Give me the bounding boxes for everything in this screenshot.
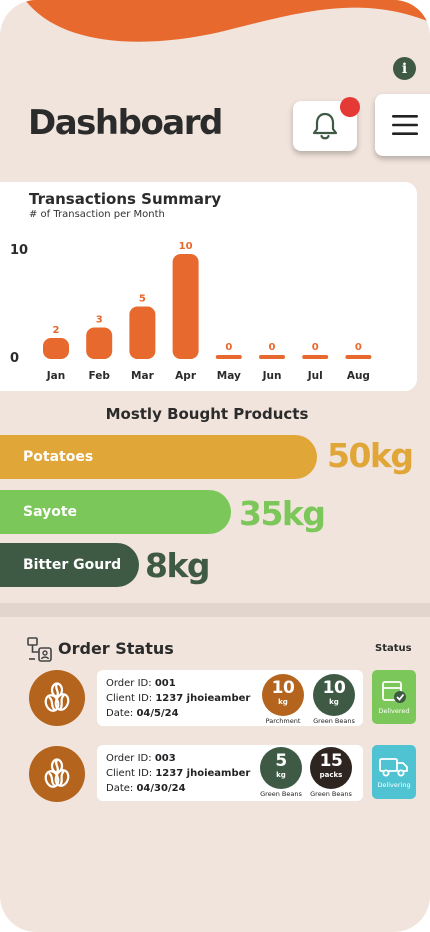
- y-tick-label: 0: [10, 351, 19, 366]
- order-status-title: Order Status: [58, 639, 174, 658]
- coffee-avatar: [29, 746, 85, 802]
- product-name: Potatoes: [23, 449, 94, 465]
- chart-bar: [86, 327, 113, 359]
- bar-value-label: 0: [312, 342, 319, 353]
- status-column-header: Status: [375, 643, 412, 654]
- order-id: 003: [154, 753, 176, 764]
- hamburger-icon: [392, 115, 418, 135]
- client-id-row: Client ID: 1237 jhoieamber: [106, 768, 251, 779]
- client-id: 1237 jhoieamber: [155, 693, 251, 704]
- date-row: Date: 04/30/24: [106, 783, 186, 794]
- bar-value-label: 0: [269, 342, 276, 353]
- coffee-beans-icon: [44, 758, 70, 788]
- coffee-beans-icon: [44, 682, 70, 712]
- quantity-badge: 10 kg: [313, 674, 355, 716]
- product-amount: 50kg: [327, 436, 414, 475]
- order-id-row: Order ID: 003: [106, 753, 176, 764]
- x-tick-label: Mar: [131, 370, 155, 382]
- chart-bar: [43, 338, 69, 359]
- quantity-caption: Green Beans: [310, 790, 352, 798]
- chart-bar: [302, 355, 329, 359]
- info-icon[interactable]: i: [393, 57, 416, 80]
- quantity-caption: Green Beans: [313, 717, 355, 725]
- bar-value-label: 10: [179, 241, 193, 252]
- chart-bar: [215, 355, 242, 359]
- product-name: Sayote: [23, 504, 78, 520]
- products-title: Mostly Bought Products: [105, 405, 309, 423]
- client-id: 1237 jhoieamber: [155, 768, 251, 779]
- product-bar-potatoes: Potatoes: [0, 435, 317, 479]
- quantity-badge: 10 kg: [262, 674, 304, 716]
- header-wave: [25, 0, 430, 42]
- bar-value-label: 0: [225, 342, 232, 353]
- status-delivering-button[interactable]: Delivering: [372, 745, 416, 799]
- x-tick-label: Feb: [89, 370, 111, 382]
- coffee-avatar: [29, 670, 85, 726]
- quantity-badge: 15 packs: [310, 747, 352, 789]
- chart-bar: [172, 254, 199, 359]
- product-name: Bitter Gourd: [23, 557, 122, 573]
- date-row: Date: 04/5/24: [106, 708, 179, 719]
- section-divider: [0, 603, 430, 617]
- transactions-bar-chart: 10 0 2 Jan 3 Feb 5 Mar 10 Apr 0 May 0 Jun 0 Jul 0 Aug: [10, 241, 372, 382]
- order-card[interactable]: Order ID: 001 Client ID: 1237 jhoieamber…: [97, 670, 363, 726]
- y-tick-label: 10: [10, 243, 28, 258]
- order-status-icon: [27, 637, 52, 662]
- product-amount: 35kg: [239, 494, 326, 533]
- status-label: Delivered: [378, 706, 410, 715]
- order-id-row: Order ID: 001: [106, 678, 176, 689]
- chart-bar: [345, 355, 372, 359]
- truck-icon: [379, 757, 408, 776]
- x-tick-label: Jun: [262, 370, 282, 382]
- product-amount: 8kg: [145, 546, 211, 585]
- product-bar-bitter-gourd: Bitter Gourd: [0, 543, 139, 587]
- x-tick-label: Aug: [347, 370, 370, 382]
- menu-button[interactable]: [375, 94, 430, 156]
- x-tick-label: Jul: [307, 370, 323, 382]
- product-bar-sayote: Sayote: [0, 490, 231, 534]
- status-delivered-button[interactable]: Delivered: [372, 670, 416, 724]
- bar-value-label: 0: [355, 342, 362, 353]
- chart-bar: [129, 306, 156, 359]
- order-card[interactable]: Order ID: 003 Client ID: 1237 jhoieamber…: [97, 745, 363, 801]
- client-id-row: Client ID: 1237 jhoieamber: [106, 693, 251, 704]
- status-label: Delivering: [377, 780, 411, 789]
- x-tick-label: Jan: [46, 370, 65, 382]
- phone-screen: i Dashboard Transactions Summary # of Tr…: [0, 0, 430, 932]
- bar-value-label: 3: [96, 315, 103, 326]
- chart-bar: [259, 355, 285, 359]
- bar-value-label: 5: [139, 294, 146, 305]
- package-check-icon: [382, 680, 406, 703]
- x-tick-label: May: [217, 370, 241, 382]
- x-tick-label: Apr: [175, 370, 197, 382]
- order-date: 04/30/24: [136, 783, 186, 794]
- bell-icon: [312, 112, 338, 140]
- order-id: 001: [154, 678, 176, 689]
- notification-badge: [340, 97, 360, 117]
- quantity-badge: 5 kg: [260, 747, 302, 789]
- bar-value-label: 2: [53, 325, 60, 336]
- page-title: Dashboard: [28, 103, 223, 143]
- order-date: 04/5/24: [136, 708, 179, 719]
